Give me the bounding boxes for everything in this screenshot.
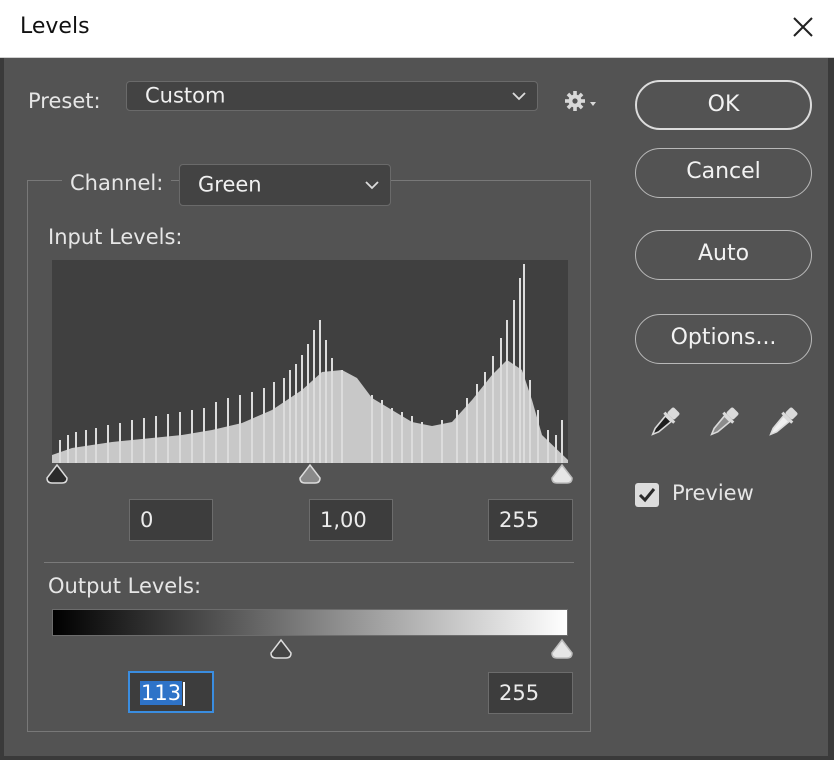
histogram-graph [52, 264, 568, 463]
preset-label: Preset: [28, 89, 101, 113]
text-caret [183, 682, 186, 706]
cancel-button[interactable]: Cancel [635, 148, 812, 198]
auto-button[interactable]: Auto [635, 230, 812, 280]
preview-label[interactable]: Preview [672, 481, 754, 505]
checkmark-icon [638, 488, 656, 503]
white-point-eyedropper-icon[interactable] [762, 403, 802, 443]
histogram-area [52, 360, 568, 463]
output-gradient-bar [52, 609, 568, 636]
output-white-point-handle[interactable] [549, 638, 575, 660]
preset-value: Custom [145, 83, 226, 108]
input-gamma-field[interactable]: 1,00 [309, 499, 393, 541]
input-white-field[interactable]: 255 [488, 499, 573, 541]
window-frame-left [0, 58, 4, 760]
ok-button[interactable]: OK [635, 80, 812, 130]
histogram [52, 260, 568, 463]
window-frame-bottom [0, 756, 834, 760]
output-levels-slider[interactable] [44, 638, 574, 660]
chevron-down-icon [365, 181, 379, 190]
channel-value: Green [198, 172, 262, 197]
input-gamma-handle[interactable] [297, 463, 323, 485]
input-levels-slider[interactable] [44, 463, 574, 485]
input-levels-label: Input Levels: [48, 225, 183, 249]
input-black-field[interactable]: 0 [129, 499, 213, 541]
gear-icon[interactable] [562, 88, 598, 114]
gray-point-eyedropper-icon[interactable] [703, 403, 743, 443]
chevron-down-icon [512, 92, 526, 101]
options-button[interactable]: Options... [635, 314, 812, 364]
channel-label: Channel: [62, 171, 172, 195]
channel-dropdown[interactable]: Green [179, 164, 391, 206]
output-black-value: 113 [140, 681, 183, 705]
input-black-point-handle[interactable] [44, 463, 70, 485]
input-white-point-handle[interactable] [549, 463, 575, 485]
output-black-point-handle[interactable] [268, 638, 294, 660]
preview-checkbox[interactable] [635, 483, 659, 507]
output-levels-label: Output Levels: [48, 574, 202, 598]
output-white-field[interactable]: 255 [488, 672, 573, 714]
output-black-field[interactable]: 113 [128, 671, 214, 713]
title-bar: Levels [0, 0, 834, 58]
window-frame-right [828, 58, 834, 760]
close-icon[interactable] [782, 8, 824, 48]
black-point-eyedropper-icon[interactable] [644, 403, 684, 443]
preset-dropdown[interactable]: Custom [126, 81, 538, 111]
divider [44, 562, 574, 563]
window-title: Levels [20, 14, 90, 39]
